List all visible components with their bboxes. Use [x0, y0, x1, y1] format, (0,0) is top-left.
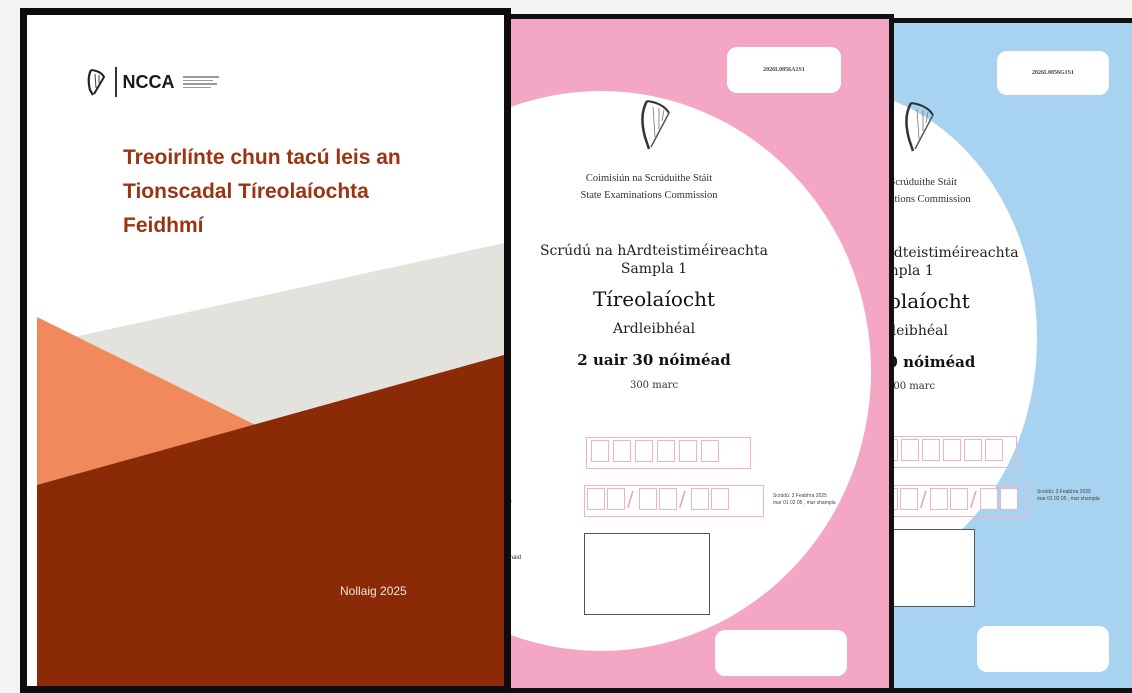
duration-label: 2 uair 30 nóiméad: [577, 351, 731, 369]
centre-stamp-box: [584, 533, 710, 615]
title-line: Feidhmí: [123, 214, 204, 237]
sample-label: Sampla 1: [620, 261, 688, 277]
publication-date: Nollaig 2025: [340, 584, 407, 598]
harp-icon: [641, 100, 670, 150]
exam-code-box: 2026L0856G1S1: [997, 51, 1109, 95]
ncca-logo: NCCA: [85, 67, 219, 97]
commission-irish: Coimisiún na Scrúduithe Stáit: [585, 173, 713, 184]
exam-name: Scrúdú na hArdteistiméireachta: [539, 243, 769, 259]
date-note: Scrúdú: 3 Feabhra 2025 mar 01 02 05 , ma…: [773, 493, 836, 506]
date-boxes: / /: [584, 485, 764, 517]
cover-artwork: [37, 243, 504, 686]
exam-name: Ardteistiméireachta: [877, 245, 1019, 261]
ncca-logo-text: NCCA: [122, 71, 175, 92]
date-boxes: / /: [877, 485, 1027, 517]
subject-title: Tíreolaíocht: [592, 287, 716, 311]
logo-subtext-lines: [182, 76, 219, 88]
level-label: Ardleibhéal: [612, 321, 696, 337]
harp-icon: [87, 69, 106, 96]
candidate-number-boxes: [877, 436, 1017, 468]
document-title: Treoirlínte chun tacú leis an Tionscadal…: [123, 141, 401, 243]
centre-stamp-box: [887, 529, 975, 607]
blank-label-box: [715, 630, 847, 676]
pink-exam-cover: 2026L0856A1S1 Coimisiún na Scrúduithe St…: [496, 14, 894, 693]
date-note: Scrúdú: 3 Feabhra 2025 mar 01 02 05 , ma…: [1037, 489, 1100, 502]
harp-icon: [905, 102, 934, 152]
exam-code: 2026L0856A1S1: [763, 67, 805, 73]
exam-code-box: 2026L0856A1S1: [727, 47, 841, 93]
title-line: Tionscadal Tíreolaíochta: [123, 180, 369, 203]
blue-exam-cover: 2026L0856G1S1 na Scrúduithe Stáit ainati…: [872, 18, 1132, 693]
marks-label: 300 marc: [629, 380, 679, 391]
blank-label-box: [977, 626, 1109, 672]
exam-code: 2026L0856G1S1: [1031, 70, 1074, 76]
marks-label: 300 marc: [887, 381, 936, 392]
ncca-cover: NCCA Treoirlínte chun tacú leis an Tions…: [20, 8, 511, 693]
commission-english: State Examinations Commission: [580, 190, 718, 201]
candidate-number-boxes: [586, 437, 751, 469]
title-line: Treoirlínte chun tacú leis an: [123, 146, 401, 169]
